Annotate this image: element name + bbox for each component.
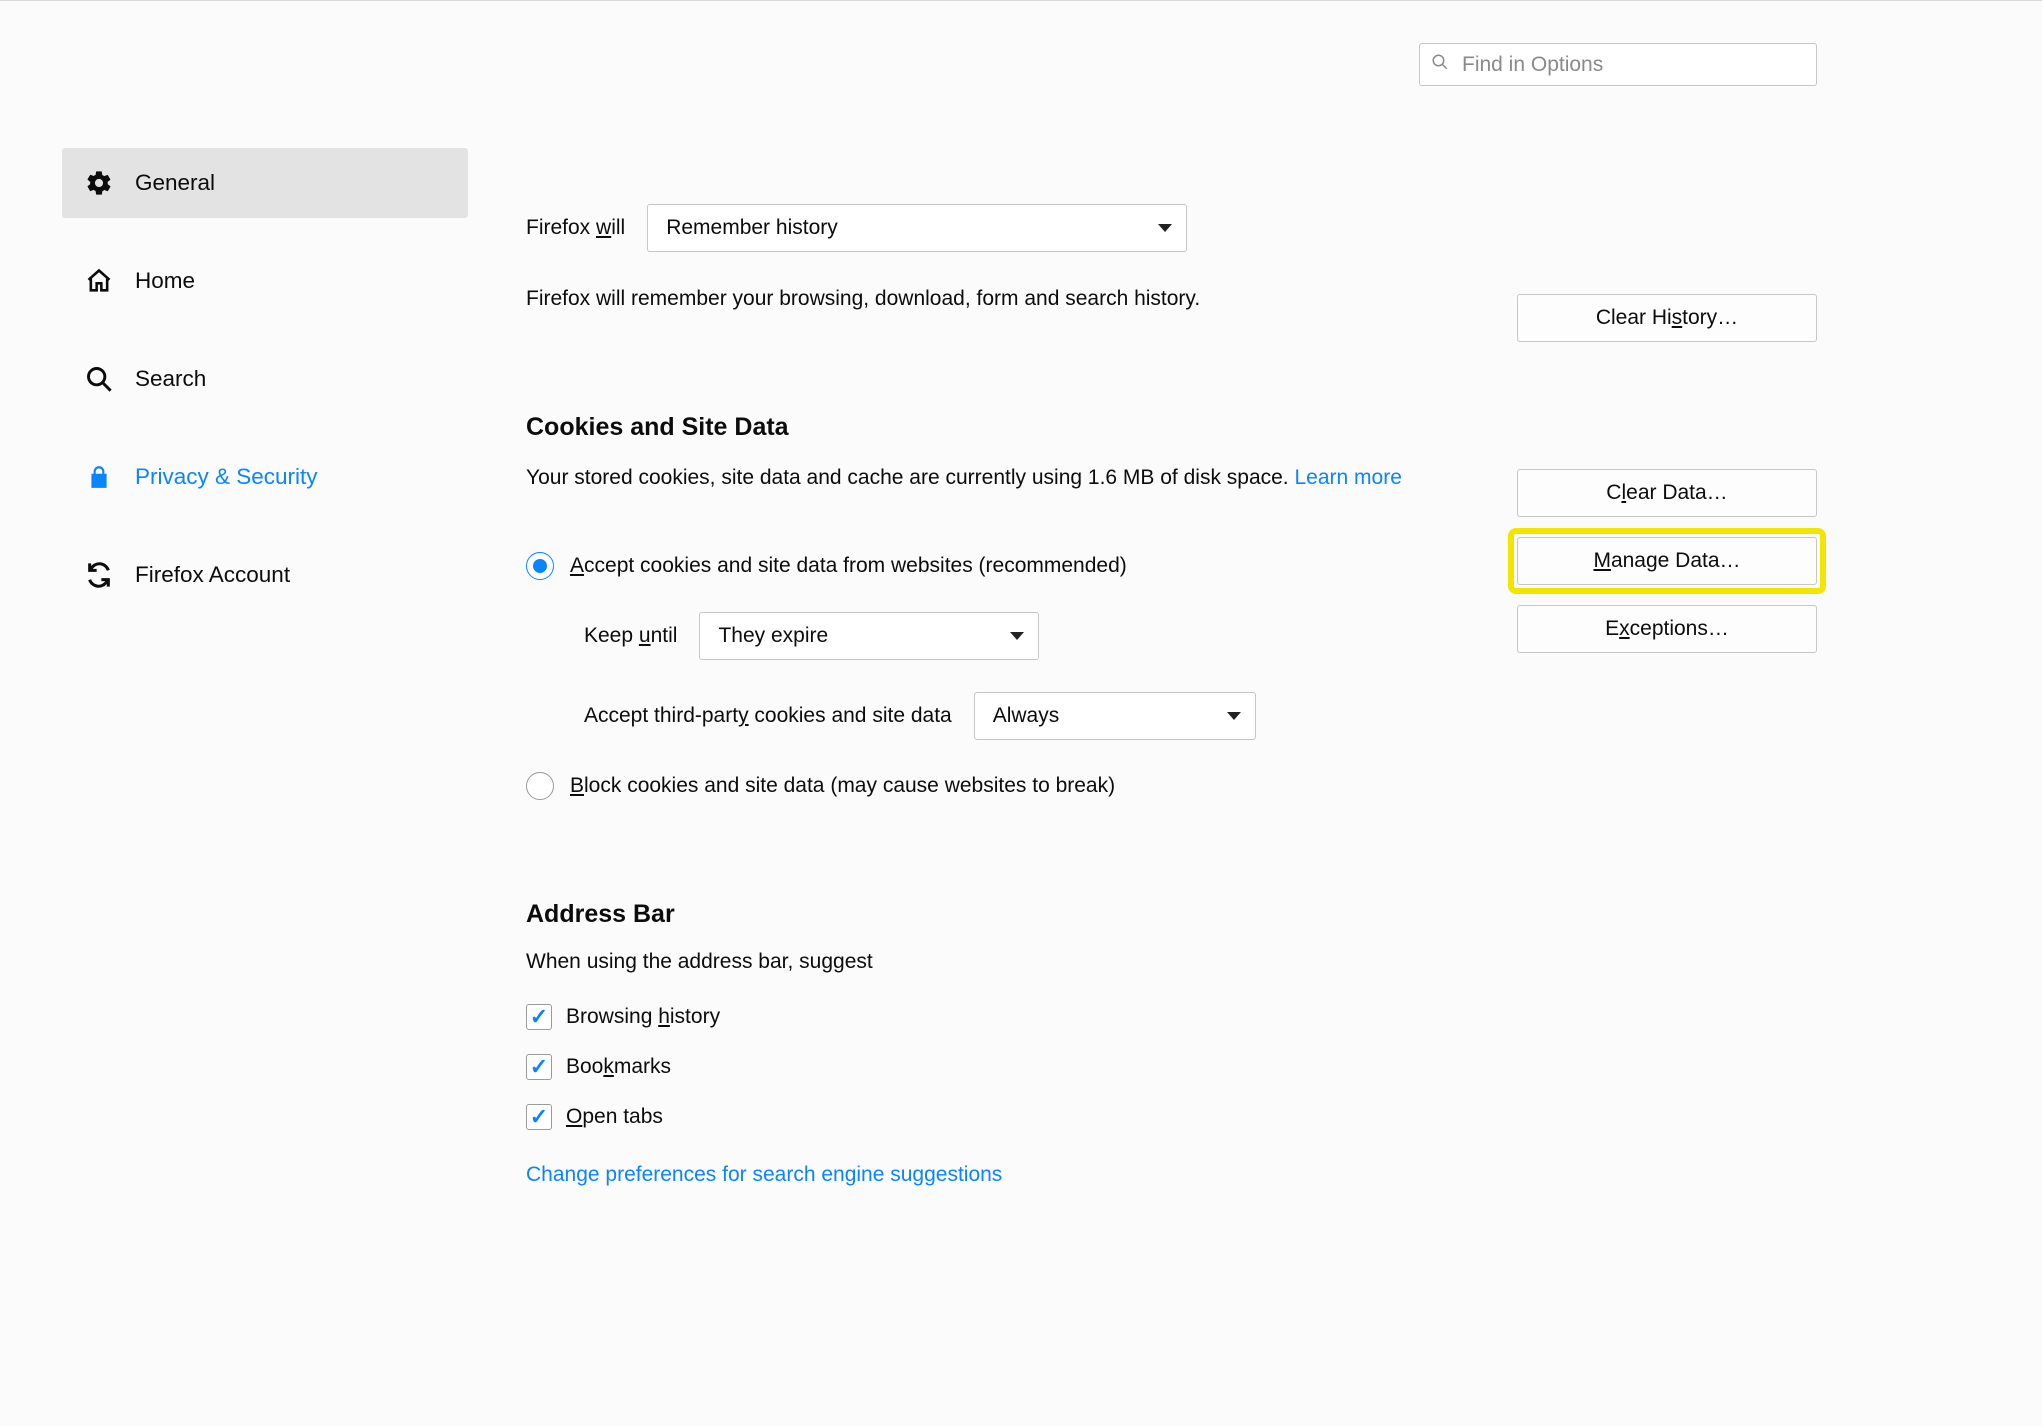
learn-more-link[interactable]: Learn more — [1294, 466, 1401, 489]
sidebar-item-label: General — [135, 170, 215, 196]
cookies-description: Your stored cookies, site data and cache… — [526, 460, 1526, 496]
select-value: Remember history — [666, 216, 838, 240]
keep-until-select[interactable]: They expire — [699, 612, 1039, 660]
chevron-down-icon — [1158, 224, 1172, 232]
search-prefs-link[interactable]: Change preferences for search engine sug… — [526, 1163, 1002, 1186]
clear-data-button[interactable]: Clear Data… — [1517, 469, 1817, 517]
radio-accept[interactable] — [526, 552, 554, 580]
magnifier-icon — [84, 365, 114, 393]
block-cookies-label: Block cookies and site data (may cause w… — [570, 774, 1115, 798]
keep-until-label: Keep until — [584, 624, 677, 648]
chevron-down-icon — [1227, 712, 1241, 720]
sidebar-item-label: Home — [135, 268, 195, 294]
checkbox-opentabs[interactable] — [526, 1104, 552, 1130]
history-mode-row: Firefox will Remember history — [526, 204, 1817, 252]
sidebar-item-general[interactable]: General — [62, 148, 468, 218]
sidebar-item-label: Privacy & Security — [135, 464, 318, 490]
history-description: Firefox will remember your browsing, dow… — [526, 284, 1506, 313]
sidebar-item-label: Firefox Account — [135, 562, 290, 588]
suggest-history-label: Browsing history — [566, 1005, 720, 1029]
radio-block[interactable] — [526, 772, 554, 800]
firefox-will-label: Firefox will — [526, 216, 625, 240]
search-container — [1419, 43, 1817, 86]
clear-history-button[interactable]: Clear History… — [1517, 294, 1817, 342]
sidebar-item-home[interactable]: Home — [62, 246, 468, 316]
suggest-opentabs-label: Open tabs — [566, 1105, 663, 1129]
suggest-bookmarks-label: Bookmarks — [566, 1055, 671, 1079]
lock-icon — [84, 464, 114, 490]
addressbar-section-title: Address Bar — [526, 900, 1817, 929]
history-mode-select[interactable]: Remember history — [647, 204, 1187, 252]
suggest-history-option[interactable]: Browsing history — [526, 1004, 1817, 1030]
block-cookies-option[interactable]: Block cookies and site data (may cause w… — [526, 772, 1817, 800]
select-value: They expire — [718, 624, 828, 648]
chevron-down-icon — [1010, 632, 1024, 640]
sidebar: General Home Search Privacy & Security — [0, 148, 410, 1190]
home-icon — [84, 267, 114, 295]
third-party-select[interactable]: Always — [974, 692, 1256, 740]
search-icon — [1431, 53, 1449, 77]
select-value: Always — [993, 704, 1060, 728]
suggest-bookmarks-option[interactable]: Bookmarks — [526, 1054, 1817, 1080]
search-input[interactable] — [1419, 43, 1817, 86]
cookies-section-title: Cookies and Site Data — [526, 413, 1817, 442]
third-party-label: Accept third-party cookies and site data — [584, 704, 952, 728]
suggest-opentabs-option[interactable]: Open tabs — [526, 1104, 1817, 1130]
manage-data-button[interactable]: Manage Data… — [1517, 537, 1817, 585]
checkbox-bookmarks[interactable] — [526, 1054, 552, 1080]
accept-cookies-label: Accept cookies and site data from websit… — [570, 554, 1127, 578]
sidebar-item-privacy[interactable]: Privacy & Security — [62, 442, 468, 512]
third-party-row: Accept third-party cookies and site data… — [526, 692, 1817, 740]
exceptions-button[interactable]: Exceptions… — [1517, 605, 1817, 653]
sidebar-item-label: Search — [135, 366, 206, 392]
addressbar-intro: When using the address bar, suggest — [526, 947, 1817, 976]
manage-data-highlight: Manage Data… — [1508, 528, 1826, 594]
sidebar-item-account[interactable]: Firefox Account — [62, 540, 468, 610]
gear-icon — [84, 169, 114, 197]
sync-icon — [84, 561, 114, 589]
checkbox-history[interactable] — [526, 1004, 552, 1030]
sidebar-item-search[interactable]: Search — [62, 344, 468, 414]
